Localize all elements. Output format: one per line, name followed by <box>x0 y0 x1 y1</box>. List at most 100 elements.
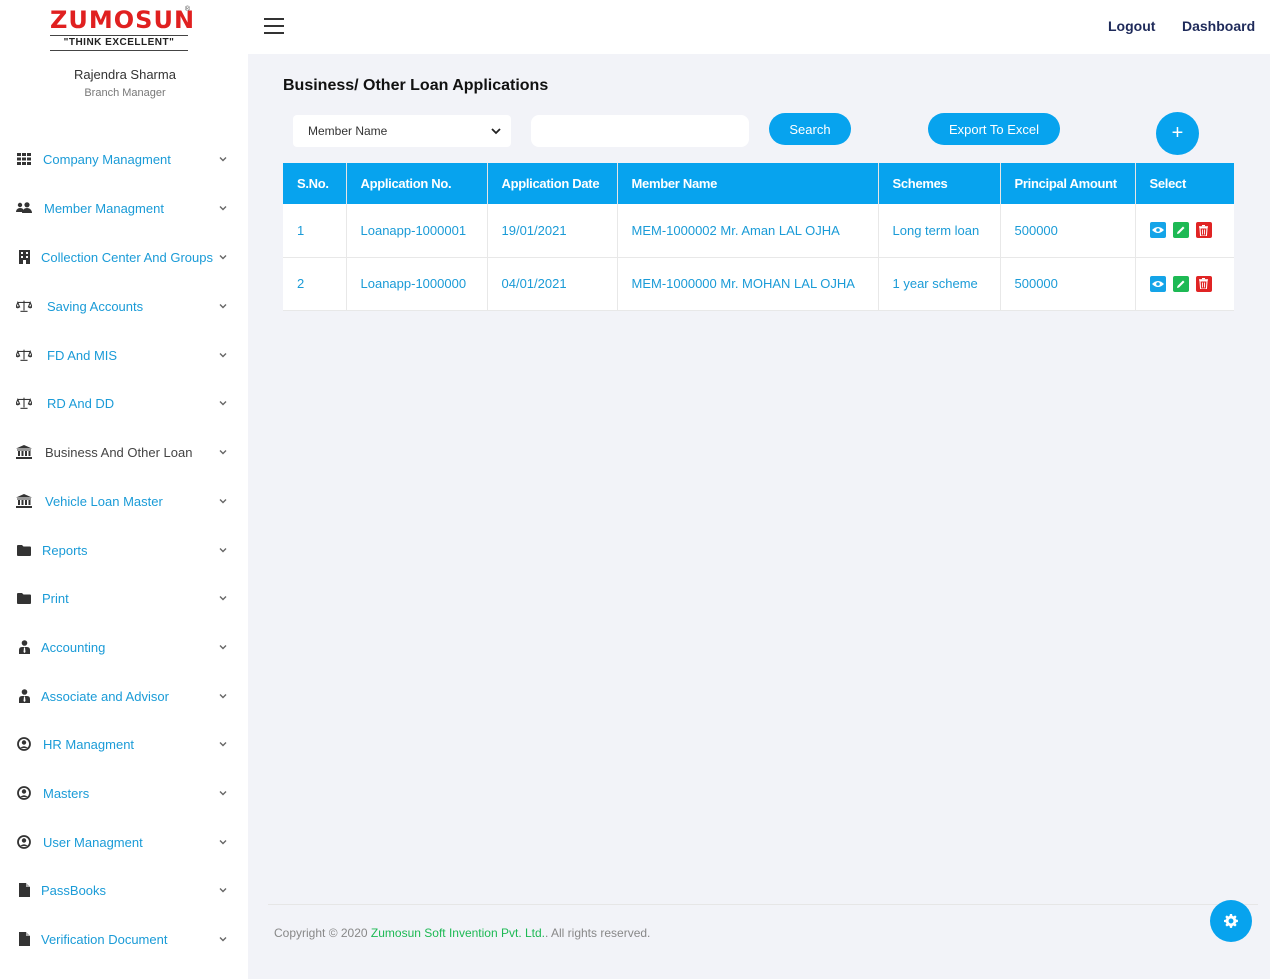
footer-copyright: Copyright © 2020 Zumosun Soft Invention … <box>274 926 650 940</box>
view-button[interactable] <box>1149 275 1166 292</box>
sidebar-item-label: RD And DD <box>47 395 115 411</box>
column-header: Application Date <box>487 163 618 204</box>
hamburger-menu-icon[interactable] <box>264 18 284 34</box>
sidebar-item-label: Business And Other Loan <box>45 444 193 460</box>
chevron-down-icon <box>218 301 228 311</box>
chevron-down-icon <box>218 934 228 944</box>
trash-icon <box>1199 224 1208 236</box>
sidebar-item-fd-and-mis[interactable]: FD And MIS <box>0 340 248 370</box>
chevron-down-icon <box>218 203 228 213</box>
footer-divider <box>268 904 1258 905</box>
sidebar-item-reports[interactable]: Reports <box>0 535 248 565</box>
column-header: S.No. <box>283 163 347 204</box>
sidebar-item-member-managment[interactable]: Member Managment <box>0 193 248 223</box>
sidebar-item-label: Print <box>42 590 69 606</box>
row-actions-cell <box>1135 204 1234 258</box>
column-header: Application No. <box>346 163 488 204</box>
logout-link[interactable]: Logout <box>1108 18 1155 34</box>
sidebar-item-hr-managment[interactable]: HR Managment <box>0 729 248 759</box>
sidebar-item-label: PassBooks <box>41 882 107 898</box>
sidebar-item-passbooks[interactable]: PassBooks <box>0 875 248 905</box>
delete-button[interactable] <box>1195 222 1212 239</box>
search-button[interactable]: Search <box>769 113 851 145</box>
brand-logo: ZUMOSUN ® "THINK EXCELLENT" <box>50 6 196 51</box>
table-row: 1 Loanapp-1000001 19/01/2021 MEM-1000002 Mr… <box>283 204 1234 258</box>
serial-number-cell: 1 <box>283 204 347 258</box>
serial-number-cell: 2 <box>283 257 347 311</box>
chevron-down-icon <box>218 447 228 457</box>
footer-company-link[interactable]: Zumosun Soft Invention Pvt. Ltd. <box>371 926 545 940</box>
edit-button[interactable] <box>1172 275 1189 292</box>
user-circle-icon <box>16 834 32 850</box>
sidebar-item-print[interactable]: Print <box>0 583 248 613</box>
chevron-down-icon <box>491 128 501 135</box>
table-body: 1 Loanapp-1000001 19/01/2021 MEM-1000002 Mr… <box>283 204 1234 311</box>
bank-icon <box>16 493 32 509</box>
chevron-down-icon <box>218 398 228 408</box>
scheme-cell: Long term loan <box>878 204 1001 258</box>
sidebar-item-rd-and-dd[interactable]: RD And DD <box>0 388 248 418</box>
folder-icon <box>16 542 32 558</box>
principal-amount-cell: 500000 <box>1000 204 1136 258</box>
chevron-down-icon <box>218 350 228 360</box>
balance-scale-icon <box>16 395 32 411</box>
add-application-button[interactable]: + <box>1156 112 1199 155</box>
application-number-cell: Loanapp-1000001 <box>346 204 488 258</box>
sidebar-item-label: User Managment <box>43 834 143 850</box>
view-button[interactable] <box>1149 222 1166 239</box>
sidebar-item-label: Vehicle Loan Master <box>45 493 163 509</box>
sidebar-item-masters[interactable]: Masters <box>0 778 248 808</box>
settings-gear-button[interactable] <box>1210 900 1252 942</box>
filter-select-value: Member Name <box>308 124 388 138</box>
member-name-cell: MEM-1000000 Mr. MOHAN LAL OJHA <box>617 257 879 311</box>
filter-select[interactable]: Member Name <box>293 115 511 147</box>
sidebar-item-business-and-other-loan[interactable]: Business And Other Loan <box>0 437 248 467</box>
chevron-down-icon <box>218 593 228 603</box>
user-tie-icon <box>16 688 32 704</box>
sidebar-item-label: Verification Document <box>41 931 168 947</box>
sidebar-item-verification-document[interactable]: Verification Document <box>0 924 248 954</box>
pencil-icon <box>1176 280 1184 288</box>
principal-amount-cell: 500000 <box>1000 257 1136 311</box>
gear-icon <box>1224 914 1238 928</box>
page-title: Business/ Other Loan Applications <box>283 77 549 94</box>
sidebar-item-label: Reports <box>42 542 88 558</box>
sidebar-item-label: Masters <box>43 785 90 801</box>
sidebar-item-collection-center-and-groups[interactable]: Collection Center And Groups <box>0 242 248 272</box>
search-input[interactable] <box>531 115 749 147</box>
sidebar-item-label: FD And MIS <box>47 347 118 363</box>
sidebar-item-vehicle-loan-master[interactable]: Vehicle Loan Master <box>0 486 248 516</box>
sidebar-item-associate-and-advisor[interactable]: Associate and Advisor <box>0 681 248 711</box>
sidebar-item-label: HR Managment <box>43 736 135 752</box>
sidebar-item-saving-accounts[interactable]: Saving Accounts <box>0 291 248 321</box>
user-circle-icon <box>16 785 32 801</box>
chevron-down-icon <box>218 837 228 847</box>
application-date-cell: 04/01/2021 <box>487 257 618 311</box>
dashboard-link[interactable]: Dashboard <box>1182 18 1255 34</box>
user-role: Branch Manager <box>84 87 166 99</box>
building-icon <box>16 249 32 265</box>
sidebar-item-label: Saving Accounts <box>47 298 144 314</box>
sidebar: ZUMOSUN ® "THINK EXCELLENT" Rajendra Sha… <box>0 0 248 979</box>
balance-scale-icon <box>16 347 32 363</box>
sidebar-item-accounting[interactable]: Accounting <box>0 632 248 662</box>
table-header-row: S.No. Application No. Application Date Memb… <box>283 163 1234 204</box>
application-number-cell: Loanapp-1000000 <box>346 257 488 311</box>
sidebar-item-label: Collection Center And Groups <box>41 249 213 265</box>
sidebar-item-user-managment[interactable]: User Managment <box>0 827 248 857</box>
eye-icon <box>1151 227 1164 234</box>
column-header: Member Name <box>617 163 879 204</box>
chevron-down-icon <box>218 545 228 555</box>
edit-button[interactable] <box>1172 222 1189 239</box>
export-excel-button[interactable]: Export To Excel <box>928 113 1060 145</box>
chevron-down-icon <box>218 739 228 749</box>
logo-tagline: "THINK EXCELLENT" <box>50 35 188 51</box>
chevron-down-icon <box>218 496 228 506</box>
member-name-cell: MEM-1000002 Mr. Aman LAL OJHA <box>617 204 879 258</box>
delete-button[interactable] <box>1195 275 1212 292</box>
file-icon <box>16 931 32 947</box>
logo-text: ZUMOSUN <box>50 6 196 34</box>
scheme-cell: 1 year scheme <box>878 257 1001 311</box>
sidebar-item-company-managment[interactable]: Company Managment <box>0 144 248 174</box>
eye-icon <box>1151 280 1164 287</box>
